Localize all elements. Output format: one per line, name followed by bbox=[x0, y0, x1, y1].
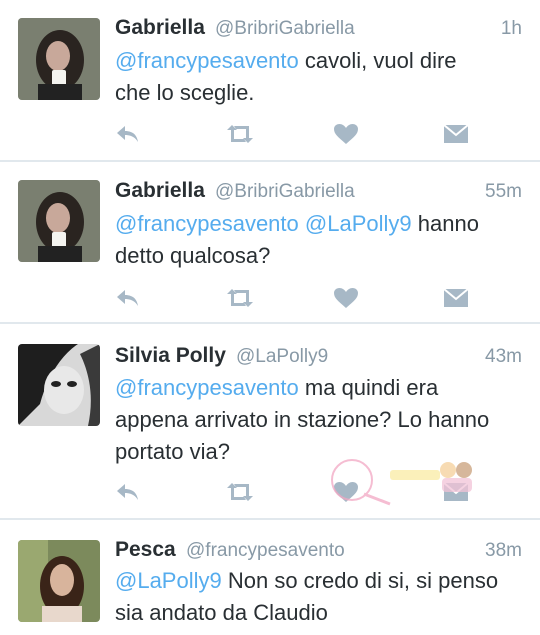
author-handle[interactable]: @LaPolly9 bbox=[236, 346, 328, 368]
author-name[interactable]: Gabriella bbox=[115, 179, 205, 203]
retweet-icon[interactable] bbox=[224, 286, 256, 310]
timestamp[interactable]: 38m bbox=[485, 540, 522, 562]
avatar[interactable] bbox=[18, 180, 100, 262]
timestamp[interactable]: 43m bbox=[485, 346, 522, 368]
retweet-icon[interactable] bbox=[224, 480, 256, 504]
tweet[interactable]: Gabriella @BribriGabriella 55m @francype… bbox=[0, 162, 540, 322]
tweet-text: @francypesavento @LaPolly9 hanno detto q… bbox=[115, 208, 515, 272]
action-bar bbox=[112, 122, 482, 146]
mention-link[interactable]: @francypesavento bbox=[115, 48, 299, 73]
tweet-text: @francypesavento ma quindi era appena ar… bbox=[115, 372, 515, 468]
text-part: hanno bbox=[411, 211, 479, 236]
author-handle[interactable]: @francypesavento bbox=[186, 540, 345, 562]
text-part: Non so credo di si, si penso bbox=[221, 568, 499, 593]
text-part: detto qualcosa? bbox=[115, 243, 271, 268]
tweet-text: @LaPolly9 Non so credo di si, si penso s… bbox=[115, 565, 515, 629]
mention-link[interactable]: @LaPolly9 bbox=[115, 568, 222, 593]
retweet-icon[interactable] bbox=[224, 122, 256, 146]
timestamp[interactable]: 55m bbox=[485, 181, 522, 203]
reply-icon[interactable] bbox=[114, 122, 142, 146]
reply-icon[interactable] bbox=[114, 286, 142, 310]
tweet[interactable]: Gabriella @BribriGabriella 1h @francypes… bbox=[0, 0, 540, 160]
author-handle[interactable]: @BribriGabriella bbox=[215, 18, 355, 40]
author-handle[interactable]: @BribriGabriella bbox=[215, 181, 355, 203]
text-part: cavoli, vuol dire bbox=[298, 48, 457, 73]
tweet[interactable]: Silvia Polly @LaPolly9 43m @francypesave… bbox=[0, 324, 540, 518]
avatar[interactable] bbox=[18, 344, 100, 426]
watermark-logo bbox=[330, 456, 480, 506]
tweet[interactable]: Pesca @francypesavento 38m @LaPolly9 Non… bbox=[0, 520, 540, 635]
action-bar bbox=[112, 286, 482, 310]
author-name[interactable]: Pesca bbox=[115, 538, 176, 562]
heart-icon[interactable] bbox=[332, 286, 360, 310]
timeline: Gabriella @BribriGabriella 1h @francypes… bbox=[0, 0, 540, 635]
text-part: ma quindi era bbox=[298, 375, 439, 400]
mention-link[interactable]: @francypesavento bbox=[115, 211, 299, 236]
avatar[interactable] bbox=[18, 540, 100, 622]
mention-link[interactable]: @francypesavento bbox=[115, 375, 299, 400]
envelope-icon[interactable] bbox=[442, 286, 470, 310]
author-name[interactable]: Silvia Polly bbox=[115, 344, 226, 368]
text-part: che lo sceglie. bbox=[115, 80, 255, 105]
envelope-icon[interactable] bbox=[442, 122, 470, 146]
mention-link[interactable]: @LaPolly9 bbox=[305, 211, 412, 236]
timestamp[interactable]: 1h bbox=[501, 18, 522, 40]
text-part: portato via? bbox=[115, 439, 230, 464]
reply-icon[interactable] bbox=[114, 480, 142, 504]
text-part: appena arrivato in stazione? Lo hanno bbox=[115, 407, 490, 432]
avatar[interactable] bbox=[18, 18, 100, 100]
text-part: sia andato da Claudio bbox=[115, 600, 328, 625]
tweet-text: @francypesavento cavoli, vuol dire che l… bbox=[115, 45, 515, 109]
heart-icon[interactable] bbox=[332, 122, 360, 146]
author-name[interactable]: Gabriella bbox=[115, 16, 205, 40]
